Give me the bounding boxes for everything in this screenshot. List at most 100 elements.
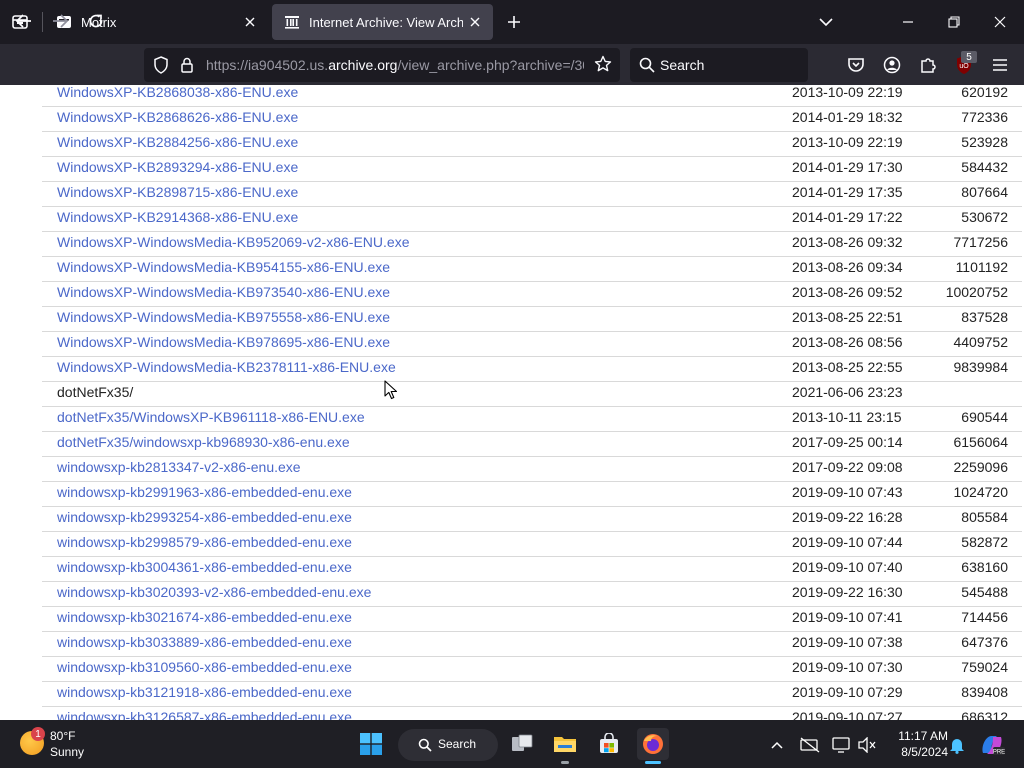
tracking-protection-shield-icon[interactable] [150,54,172,76]
file-link[interactable]: WindowsXP-KB2893294-x86-ENU.exe [57,159,298,175]
tab-close-icon[interactable] [238,10,262,34]
file-row: windowsxp-kb2813347-v2-x86-enu.exe 2017-0… [42,457,1022,482]
file-size: 638160 [961,559,1008,575]
close-window-button[interactable] [984,6,1016,38]
file-link[interactable]: windowsxp-kb3020393-v2-x86-embedded-enu.… [57,584,371,600]
back-button[interactable] [8,5,40,37]
file-size: 647376 [961,634,1008,650]
file-link[interactable]: WindowsXP-WindowsMedia-KB973540-x86-ENU.… [57,284,390,300]
search-icon [637,54,657,76]
extensions-button[interactable] [914,51,942,79]
file-link[interactable]: WindowsXP-KB2868626-x86-ENU.exe [57,109,298,125]
file-size: 545488 [961,584,1008,600]
file-link[interactable]: WindowsXP-KB2898715-x86-ENU.exe [57,184,298,200]
file-size: 582872 [961,534,1008,550]
notifications-button[interactable] [946,734,968,756]
weather-alert-badge: 1 [31,727,45,741]
file-explorer-button[interactable] [549,728,581,760]
file-date: 2013-10-09 22:19 [792,134,903,150]
display-button[interactable] [830,734,852,756]
list-all-tabs-button[interactable] [812,8,840,36]
file-date: 2014-01-29 17:30 [792,159,903,175]
show-hidden-icons-button[interactable] [766,734,788,756]
weather-temperature[interactable]: 80°F [50,729,75,743]
file-date: 2019-09-10 07:29 [792,684,903,700]
file-link[interactable]: windowsxp-kb3121918-x86-embedded-enu.exe [57,684,352,700]
file-link[interactable]: windowsxp-kb2991963-x86-embedded-enu.exe [57,484,352,500]
file-link[interactable]: WindowsXP-WindowsMedia-KB954155-x86-ENU.… [57,259,390,275]
taskbar-search-label[interactable]: Search [438,737,476,751]
archive-file-listing: WindowsXP-KB2868038-x86-ENU.exe 2013-10-0… [0,85,1024,720]
folder-icon [554,737,576,752]
start-button[interactable] [358,731,384,757]
tab-internet-archive[interactable]: Internet Archive: View Archive [272,4,493,40]
clock-date[interactable]: 8/5/2024 [882,745,948,759]
file-size: 807664 [961,184,1008,200]
app-menu-button[interactable] [986,51,1014,79]
minimize-button[interactable] [892,6,924,38]
file-date: 2013-08-26 08:56 [792,334,903,350]
firefox-taskbar-button[interactable] [637,728,669,760]
search-input[interactable]: Search [660,57,704,73]
file-row: WindowsXP-WindowsMedia-KB2378111-x86-ENU… [42,357,1022,382]
file-link[interactable]: WindowsXP-KB2868038-x86-ENU.exe [57,85,298,100]
file-link[interactable]: windowsxp-kb3033889-x86-embedded-enu.exe [57,634,352,650]
file-link[interactable]: WindowsXP-KB2914368-x86-ENU.exe [57,209,298,225]
new-tab-button[interactable] [500,8,528,36]
file-link[interactable]: WindowsXP-WindowsMedia-KB978695-x86-ENU.… [57,334,390,350]
file-link[interactable]: windowsxp-kb2813347-v2-x86-enu.exe [57,459,301,475]
file-row: windowsxp-kb2991963-x86-embedded-enu.exe… [42,482,1022,507]
reload-button[interactable] [80,5,112,37]
file-link[interactable]: WindowsXP-KB2884256-x86-ENU.exe [57,134,298,150]
file-link[interactable]: dotNetFx35/windowsxp-kb968930-x86-enu.ex… [57,434,350,450]
bookmark-star-button[interactable] [590,51,616,77]
tab-close-icon[interactable] [463,10,487,34]
file-row: WindowsXP-WindowsMedia-KB975558-x86-ENU.… [42,307,1022,332]
file-row: WindowsXP-WindowsMedia-KB952069-v2-x86-E… [42,232,1022,257]
url-text[interactable]: https://ia904502.us.archive.org/view_arc… [206,57,584,73]
file-date: 2019-09-10 07:30 [792,659,903,675]
file-link[interactable]: WindowsXP-WindowsMedia-KB2378111-x86-ENU… [57,359,396,375]
arrow-right-icon [53,14,68,28]
file-row: windowsxp-kb3020393-v2-x86-embedded-enu.… [42,582,1022,607]
file-date: 2019-09-22 16:30 [792,584,903,600]
file-date: 2013-08-26 09:52 [792,284,903,300]
copilot-button[interactable]: PRE [978,731,1006,759]
account-button[interactable] [878,51,906,79]
file-row: WindowsXP-KB2868038-x86-ENU.exe 2013-10-0… [42,85,1022,107]
file-link[interactable]: windowsxp-kb2998579-x86-embedded-enu.exe [57,534,352,550]
task-view-button[interactable] [506,728,538,760]
file-link[interactable]: dotNetFx35/WindowsXP-KB961118-x86-ENU.ex… [57,409,365,425]
file-link[interactable]: WindowsXP-WindowsMedia-KB975558-x86-ENU.… [57,309,390,325]
pocket-button[interactable] [842,51,870,79]
file-link[interactable]: WindowsXP-WindowsMedia-KB952069-v2-x86-E… [57,234,409,250]
search-icon [416,736,434,754]
plus-icon [508,16,520,28]
forward-button[interactable] [44,5,76,37]
archive-favicon-icon [284,14,300,30]
file-link[interactable]: windowsxp-kb3126587-x86-embedded-enu.exe [57,709,352,720]
volume-button[interactable] [856,734,878,756]
file-size: 523928 [961,134,1008,150]
file-date: 2013-08-26 09:34 [792,259,903,275]
file-link[interactable]: windowsxp-kb3021674-x86-embedded-enu.exe [57,609,352,625]
file-link[interactable]: windowsxp-kb3109560-x86-embedded-enu.exe [57,659,352,675]
weather-condition[interactable]: Sunny [50,745,84,759]
arrow-left-icon [16,14,31,28]
url-host: archive.org [328,57,398,73]
microsoft-store-button[interactable] [593,728,625,760]
clock-time[interactable]: 11:17 AM [882,729,948,743]
file-size: 9839984 [953,359,1008,375]
file-link[interactable]: windowsxp-kb2993254-x86-embedded-enu.exe [57,509,352,525]
file-date: 2019-09-10 07:43 [792,484,903,500]
restore-button[interactable] [938,6,970,38]
lock-icon[interactable] [177,54,197,76]
file-size: 805584 [961,509,1008,525]
file-date: 2013-08-26 09:32 [792,234,903,250]
network-disconnected-button[interactable] [798,734,822,756]
tab-motrix[interactable]: Motrix [44,4,268,40]
file-date: 2019-09-10 07:38 [792,634,903,650]
file-link[interactable]: windowsxp-kb3004361-x86-embedded-enu.exe [57,559,352,575]
url-suffix: /view_archive.php?archive=/30 [397,57,584,73]
firefox-active-indicator [645,761,661,764]
